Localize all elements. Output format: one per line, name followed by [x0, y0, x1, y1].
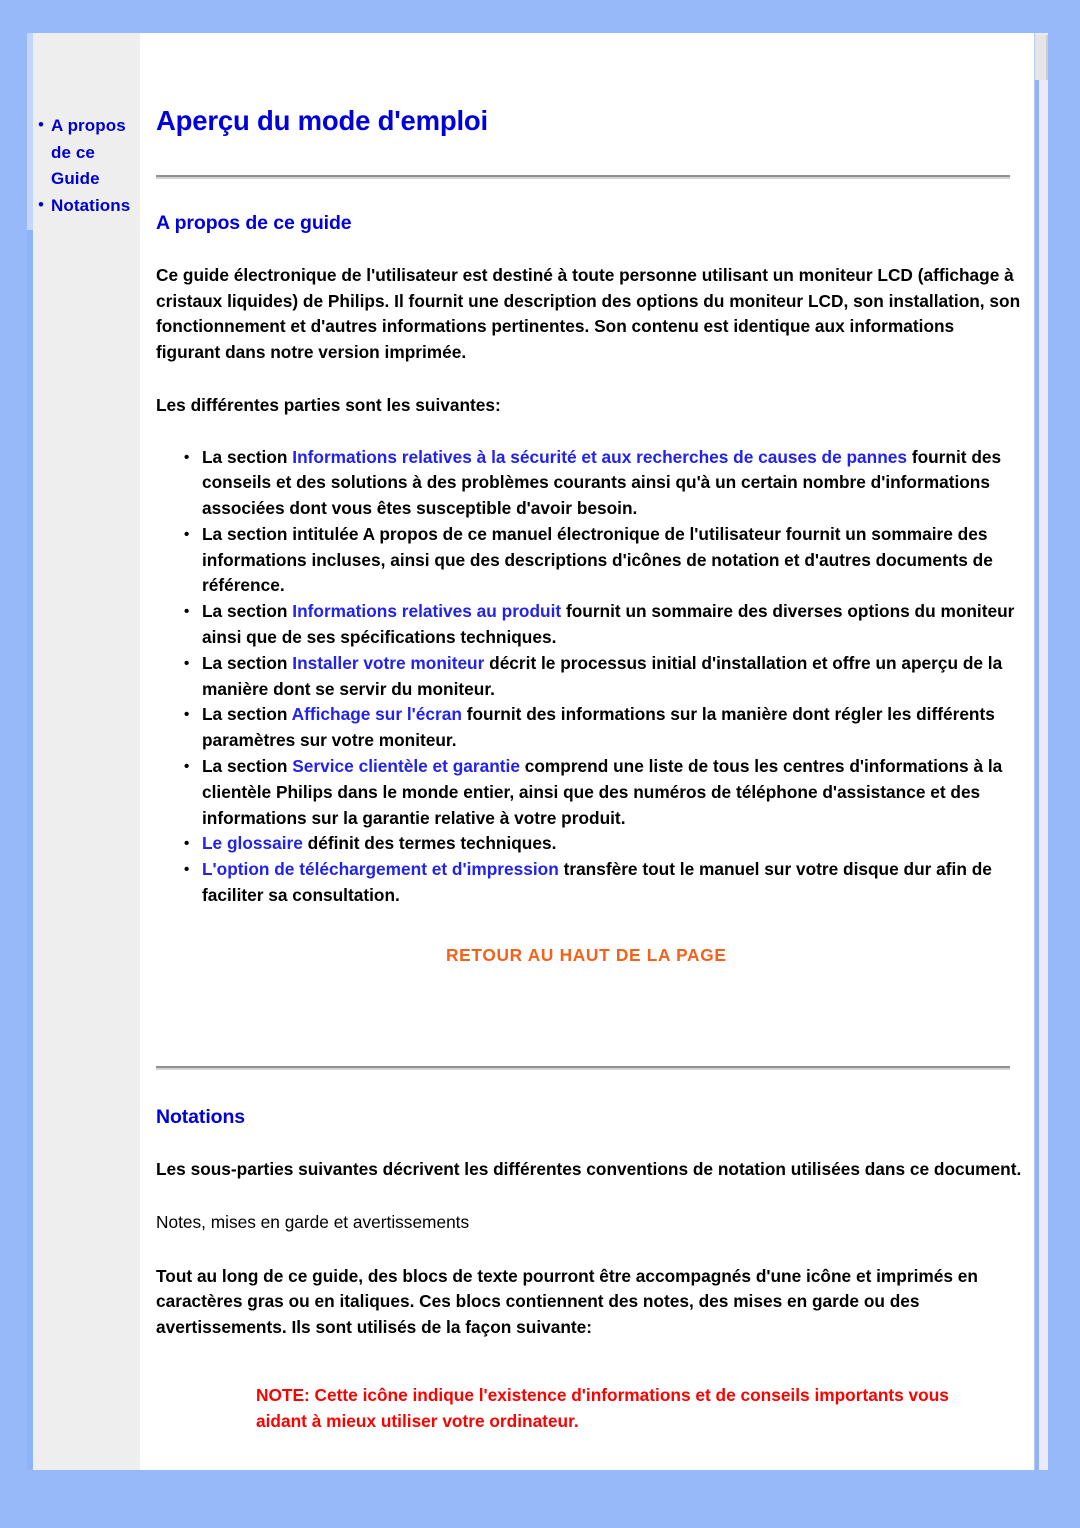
document-page: A propos de ce Guide Notations Aperçu du… — [33, 33, 1048, 1470]
section-link[interactable]: Service clientèle et garantie — [292, 756, 520, 776]
note-callout: NOTE: Cette icône indique l'existence d'… — [256, 1385, 949, 1432]
paragraph-notations-body: Tout au long de ce guide, des blocs de t… — [156, 1265, 978, 1337]
sidebar-nav: A propos de ce Guide Notations — [37, 112, 140, 220]
section-list-item: L'option de téléchargement et d'impressi… — [184, 857, 1030, 909]
paragraph-intro: Ce guide électronique de l'utilisateur e… — [156, 265, 1021, 362]
scrollbar-track[interactable] — [1035, 80, 1039, 1470]
section-list-item: La section Affichage sur l'écran fournit… — [184, 702, 1030, 754]
document-content: Aperçu du mode d'emploi A propos de ce g… — [140, 33, 1048, 1470]
section-list-item: La section Installer votre moniteur décr… — [184, 651, 1030, 703]
section-list: La section Informations relatives à la s… — [156, 419, 1030, 909]
section-link[interactable]: Le glossaire — [202, 833, 303, 853]
section-heading-a-propos: A propos de ce guide — [156, 212, 352, 234]
list-item-text-pre: La section — [202, 601, 293, 622]
list-item-text-pre: La section intitulée A propos de ce manu… — [202, 523, 993, 596]
section-link[interactable]: Affichage sur l'écran — [292, 704, 462, 724]
section-link[interactable]: Informations relatives à la sécurité et … — [292, 447, 907, 467]
list-item-text-pre: La section — [202, 704, 292, 725]
section-link[interactable]: Installer votre moniteur — [292, 653, 484, 673]
sidebar-item-a-propos-de-ce-guide[interactable]: A propos de ce Guide — [37, 112, 140, 193]
back-to-top-link[interactable]: RETOUR AU HAUT DE LA PAGE — [446, 945, 727, 965]
paragraph-lead-in: Les différentes parties sont les suivant… — [156, 395, 501, 415]
section-list-item: Le glossaire définit des termes techniqu… — [184, 831, 1030, 857]
vertical-scrollbar[interactable] — [1034, 33, 1048, 1470]
section-link[interactable]: Informations relatives au produit — [292, 601, 561, 621]
list-item-text-post: définit des termes techniques. — [302, 833, 557, 854]
list-item-text-pre: La section — [202, 756, 293, 777]
sidebar-link-notations[interactable]: Notations — [51, 193, 140, 220]
scrollbar-thumb[interactable] — [1035, 35, 1048, 80]
paragraph-notations-intro: Les sous-parties suivantes décrivent les… — [156, 1158, 1022, 1179]
section-list-item: La section Service clientèle et garantie… — [184, 754, 1030, 831]
sidebar-link-a-propos-de-ce-guide[interactable]: A propos de ce Guide — [51, 113, 140, 193]
list-item-text-pre: La section — [202, 652, 293, 673]
paragraph-notations-subtitle: Notes, mises en garde et avertissements — [156, 1212, 470, 1233]
list-item-text-pre: La section — [202, 446, 293, 467]
section-heading-notations: Notations — [156, 1105, 246, 1128]
section-list-item: La section intitulée A propos de ce manu… — [184, 522, 1030, 599]
sidebar: A propos de ce Guide Notations — [33, 33, 140, 1470]
section-link[interactable]: L'option de téléchargement et d'impressi… — [202, 859, 559, 879]
sidebar-item-notations[interactable]: Notations — [37, 192, 140, 220]
section-list-item: La section Informations relatives au pro… — [184, 599, 1030, 651]
page-title: Aperçu du mode d'emploi — [156, 105, 488, 136]
back-to-top-wrapper: RETOUR AU HAUT DE LA PAGE — [156, 909, 1030, 966]
section-list-item: La section Informations relatives à la s… — [184, 445, 1030, 522]
